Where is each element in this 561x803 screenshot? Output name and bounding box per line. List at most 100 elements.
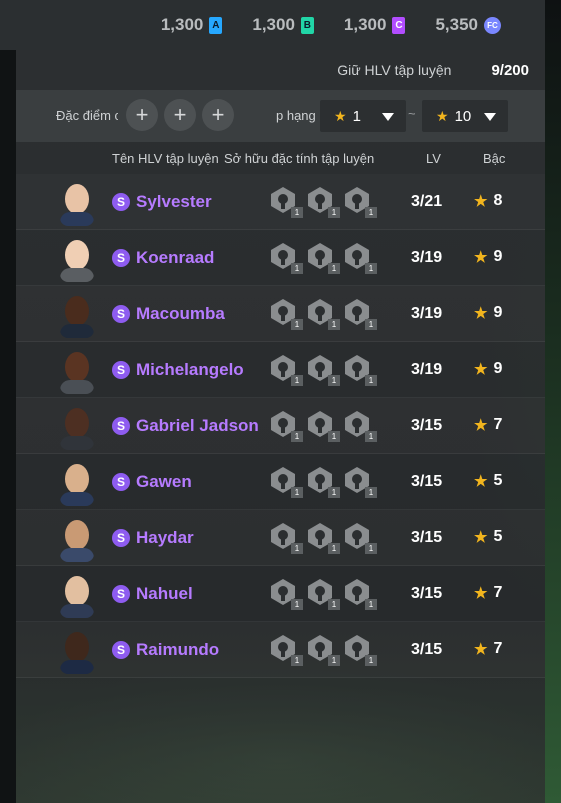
coach-grade: ★ 9	[474, 360, 502, 378]
avatar-shirt	[60, 268, 94, 282]
trait-filter-label: Đặc điểm c	[56, 108, 118, 123]
coach-row[interactable]: S Gabriel Jadson 1 1 1 3/15 ★ 7	[16, 398, 545, 454]
arrow-up-icon[interactable]: 1	[306, 242, 340, 274]
trait-level: 1	[291, 543, 303, 554]
run-icon[interactable]: 1	[343, 298, 377, 330]
fc-points-icon: FC	[484, 16, 501, 34]
avatar-face	[65, 464, 89, 494]
coach-row[interactable]: S Koenraad 1 1 1 3/19 ★ 9	[16, 230, 545, 286]
trait-level: 1	[291, 263, 303, 274]
filter-row: Đặc điểm c + + + p hạng ★ 1 ~ ★ 10	[16, 90, 545, 142]
rarity-s-icon: S	[112, 305, 130, 323]
pin-icon[interactable]: 1	[269, 410, 303, 442]
avatar-face	[65, 576, 89, 606]
column-lv-header: LV	[426, 151, 441, 166]
kick-icon[interactable]: 1	[269, 242, 303, 274]
coach-row[interactable]: S Haydar 1 1 1 3/15 ★ 5	[16, 510, 545, 566]
trait-level: 1	[291, 655, 303, 666]
trait-icons: 1 1 1	[269, 354, 377, 386]
trait-icons: 1 1 1	[269, 634, 377, 666]
trait-level: 1	[328, 375, 340, 386]
pin-icon[interactable]: 1	[343, 634, 377, 666]
pin-icon[interactable]: 1	[269, 578, 303, 610]
dribble-icon[interactable]: 1	[343, 186, 377, 218]
trait-level: 1	[291, 431, 303, 442]
tactics-icon[interactable]: 1	[343, 242, 377, 274]
avatar	[60, 460, 94, 506]
rarity-s-icon: S	[112, 585, 130, 603]
star-icon: ★	[474, 361, 488, 378]
currency-a: 1,300 A	[161, 15, 223, 35]
kick-icon[interactable]: 1	[269, 354, 303, 386]
coach-row[interactable]: S Gawen 1 1 1 3/15 ★ 5	[16, 454, 545, 510]
coach-level: 3/15	[411, 641, 443, 658]
trait-level: 1	[365, 431, 377, 442]
trait-icons: 1 1 1	[269, 410, 377, 442]
avatar-shirt	[60, 212, 94, 226]
coach-row[interactable]: S Sylvester 1 1 1 3/21 ★ 8	[16, 174, 545, 230]
trait-level: 1	[291, 375, 303, 386]
avatar-shirt	[60, 660, 94, 674]
kick-icon[interactable]: 1	[269, 522, 303, 554]
coach-row[interactable]: S Michelangelo 1 1 1 3/19 ★ 9	[16, 342, 545, 398]
min-rank-value: 1	[352, 107, 361, 125]
ball-icon[interactable]: 1	[343, 578, 377, 610]
ball-icon[interactable]: 1	[343, 410, 377, 442]
star-icon: ★	[474, 473, 488, 490]
lock-icon[interactable]: 1	[306, 298, 340, 330]
min-rank-dropdown[interactable]: ★ 1	[320, 100, 406, 132]
wall-icon[interactable]: 1	[306, 186, 340, 218]
wave-icon[interactable]: 1	[343, 466, 377, 498]
coach-row[interactable]: S Raimundo 1 1 1 3/15 ★ 7	[16, 622, 545, 678]
trait-level: 1	[365, 543, 377, 554]
coach-name: Raimundo	[136, 640, 220, 659]
add-trait-filter-button-1[interactable]: +	[126, 99, 158, 131]
kick-icon[interactable]: 1	[306, 466, 340, 498]
currency-a-icon: A	[209, 16, 223, 34]
coach-name: Gabriel Jadson	[136, 416, 259, 435]
coach-row[interactable]: S Nahuel 1 1 1 3/15 ★ 7	[16, 566, 545, 622]
currency-b-icon: B	[300, 16, 314, 34]
coach-grade: ★ 7	[474, 584, 502, 602]
column-grade-header: Bậc	[483, 151, 506, 166]
coach-name: Koenraad	[136, 248, 215, 267]
dribble-icon[interactable]: 1	[343, 354, 377, 386]
coach-name: Michelangelo	[136, 360, 244, 379]
kick-icon[interactable]: 1	[269, 298, 303, 330]
coach-name: Haydar	[136, 528, 194, 547]
curve-icon[interactable]: 1	[306, 522, 340, 554]
target-icon[interactable]: 1	[269, 634, 303, 666]
coach-grade: ★ 8	[474, 192, 502, 210]
max-rank-dropdown[interactable]: ★ 10	[422, 100, 508, 132]
trait-level: 1	[365, 207, 377, 218]
table-header: Tên HLV tập luyện Sở hữu đặc tính tập lu…	[16, 142, 545, 174]
star-icon: ★	[474, 249, 488, 266]
star-icon: ★	[474, 417, 488, 434]
add-trait-filter-button-3[interactable]: +	[202, 99, 234, 131]
target-icon[interactable]: 1	[269, 466, 303, 498]
add-trait-filter-button-2[interactable]: +	[164, 99, 196, 131]
rarity-s-icon: S	[112, 193, 130, 211]
star-icon: ★	[474, 641, 488, 658]
curve-icon[interactable]: 1	[306, 410, 340, 442]
avatar-face	[65, 352, 89, 382]
avatar-face	[65, 240, 89, 270]
coach-level: 3/15	[411, 417, 443, 434]
curve-icon[interactable]: 1	[306, 354, 340, 386]
avatar	[60, 292, 94, 338]
trait-level: 1	[365, 375, 377, 386]
trait-level: 1	[291, 207, 303, 218]
trait-icons: 1 1 1	[269, 298, 377, 330]
avatar-face	[65, 632, 89, 662]
lock-icon[interactable]: 1	[306, 634, 340, 666]
rook-icon[interactable]: 1	[269, 186, 303, 218]
grade-value: 5	[493, 528, 503, 545]
coach-row[interactable]: S Macoumba 1 1 1 3/19 ★ 9	[16, 286, 545, 342]
run-icon[interactable]: 1	[343, 522, 377, 554]
trait-level: 1	[328, 263, 340, 274]
avatar-shirt	[60, 548, 94, 562]
avatar-face	[65, 520, 89, 550]
star-icon: ★	[474, 585, 488, 602]
avatar	[60, 348, 94, 394]
curve-icon[interactable]: 1	[306, 578, 340, 610]
